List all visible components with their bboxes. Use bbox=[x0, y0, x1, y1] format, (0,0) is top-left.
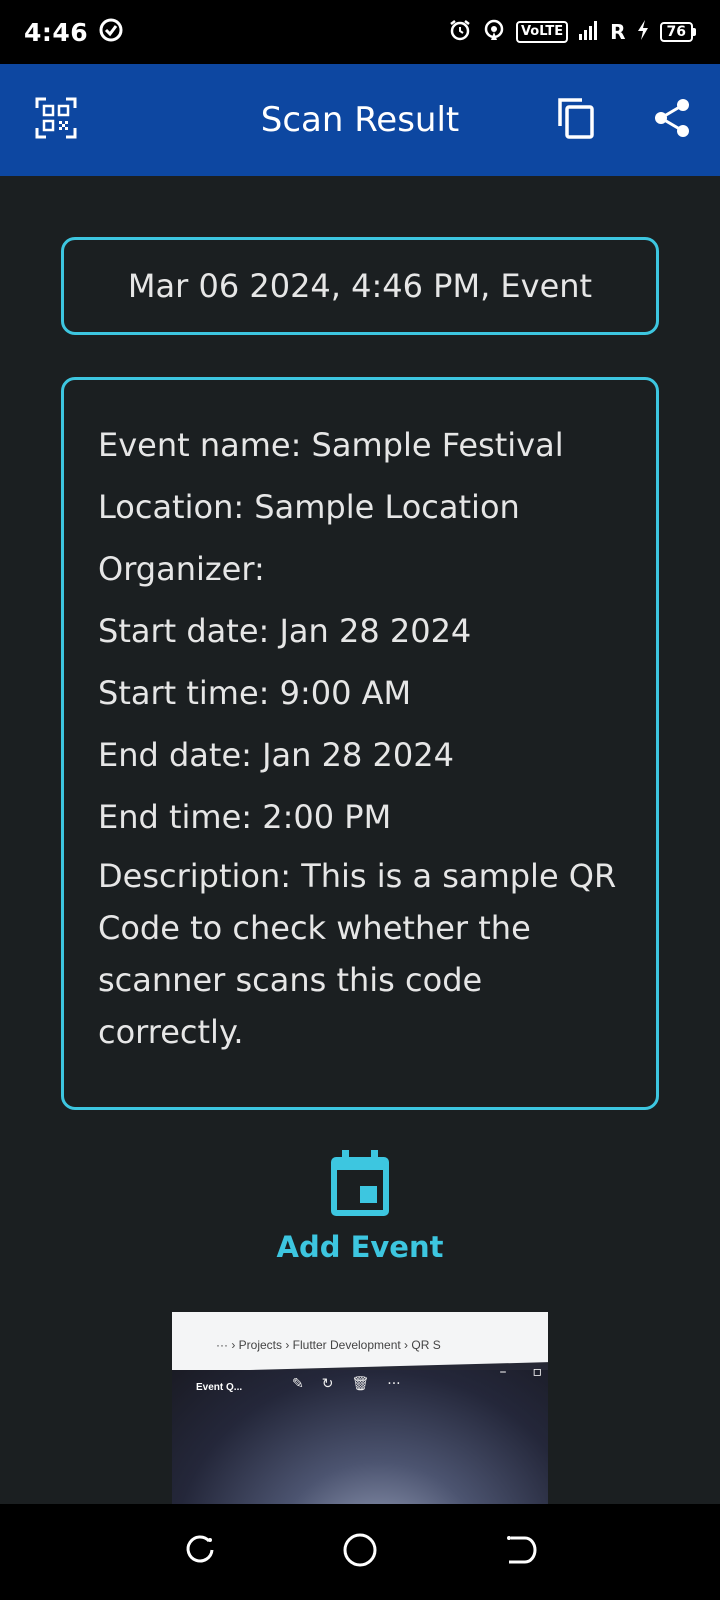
system-nav-bar bbox=[0, 1504, 720, 1600]
edit-icon: ✎ bbox=[292, 1376, 304, 1392]
app-bar: Scan Result bbox=[0, 64, 720, 176]
share-icon bbox=[652, 97, 692, 143]
sync-status-icon bbox=[98, 17, 124, 47]
event-location: Location: Sample Location bbox=[98, 488, 520, 526]
status-left: 4:46 bbox=[24, 17, 124, 47]
qr-code-icon bbox=[35, 97, 77, 143]
trash-icon: 🗑 bbox=[351, 1376, 370, 1392]
signal-icon bbox=[578, 18, 600, 46]
minimize-icon: – bbox=[499, 1364, 507, 1380]
battery-level: 76 bbox=[659, 22, 693, 42]
copy-button[interactable] bbox=[548, 92, 604, 148]
page-title: Scan Result bbox=[260, 100, 460, 140]
maximize-icon: ▫ bbox=[532, 1364, 543, 1380]
home-icon bbox=[342, 1532, 378, 1572]
scanned-image-preview: ··· › Projects › Flutter Development › Q… bbox=[172, 1312, 548, 1504]
recent-apps-icon bbox=[183, 1533, 217, 1571]
recent-apps-button[interactable] bbox=[178, 1530, 222, 1574]
event-start-time: Start time: 9:00 AM bbox=[98, 674, 412, 712]
alarm-icon bbox=[448, 18, 472, 46]
qr-scan-button[interactable] bbox=[28, 92, 84, 148]
battery-icon: 76 bbox=[659, 22, 696, 42]
scan-meta-box: Mar 06 2024, 4:46 PM, Event bbox=[61, 237, 659, 335]
volte-badge: VoLTE bbox=[515, 21, 569, 43]
scanned-image-window-controls: – ▫ bbox=[500, 1364, 543, 1380]
scan-meta-text: Mar 06 2024, 4:46 PM, Event bbox=[127, 267, 593, 305]
event-end-date: End date: Jan 28 2024 bbox=[98, 736, 454, 774]
status-bar: 4:46 VoLTE R 76 bbox=[0, 0, 720, 64]
scanned-image-toolbar: ✎ ↻ 🗑 ··· bbox=[292, 1376, 401, 1392]
status-right: VoLTE R 76 bbox=[448, 18, 696, 46]
event-end-time: End time: 2:00 PM bbox=[98, 798, 392, 836]
more-icon: ··· bbox=[387, 1376, 401, 1392]
back-icon bbox=[503, 1533, 537, 1571]
roaming-indicator: R bbox=[610, 20, 626, 44]
event-details-box: Event name: Sample Festival Location: Sa… bbox=[61, 377, 659, 1110]
event-description: Description: This is a sample QR Code to… bbox=[98, 857, 617, 1051]
battery-tip bbox=[693, 28, 696, 36]
hotspot-icon bbox=[482, 18, 506, 46]
back-button[interactable] bbox=[498, 1530, 542, 1574]
scanned-image-window-title: Event Q... bbox=[196, 1382, 243, 1393]
calendar-icon bbox=[329, 1150, 391, 1222]
scanned-image-breadcrumb: ··· › Projects › Flutter Development › Q… bbox=[216, 1338, 441, 1352]
status-time: 4:46 bbox=[24, 17, 89, 47]
event-name: Event name: Sample Festival bbox=[98, 426, 564, 464]
home-button[interactable] bbox=[338, 1530, 382, 1574]
event-organizer: Organizer: bbox=[98, 550, 265, 588]
add-event-label: Add Event bbox=[276, 1230, 444, 1264]
share-button[interactable] bbox=[644, 92, 700, 148]
event-start-date: Start date: Jan 28 2024 bbox=[98, 612, 472, 650]
charging-icon bbox=[636, 19, 650, 45]
rotate-icon: ↻ bbox=[321, 1376, 334, 1392]
copy-icon bbox=[556, 96, 596, 144]
add-event-button[interactable]: Add Event bbox=[260, 1150, 460, 1272]
